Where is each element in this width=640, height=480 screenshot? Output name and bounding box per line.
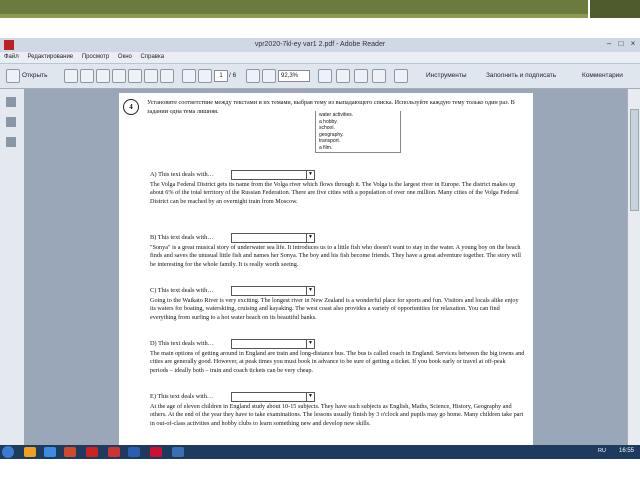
slide-green-stripe: [0, 14, 588, 18]
tools-button[interactable]: Инструменты: [426, 72, 467, 79]
yandex-icon[interactable]: [64, 447, 76, 457]
adobe-reader-taskbar-icon[interactable]: [150, 447, 162, 457]
zoom-out-icon[interactable]: [246, 69, 260, 83]
minimize-icon[interactable]: –: [604, 39, 614, 49]
start-button[interactable]: [2, 446, 14, 458]
task-number: 4: [123, 99, 139, 115]
edit-icon[interactable]: [96, 69, 110, 83]
page-number-input[interactable]: 1: [214, 70, 228, 82]
slide-green-band: [0, 0, 588, 14]
browser-icon[interactable]: [44, 447, 56, 457]
chevron-down-icon[interactable]: ▼: [306, 171, 314, 179]
menu-view[interactable]: Просмотр: [82, 54, 109, 60]
page-thumbnails-icon[interactable]: [6, 97, 16, 107]
select-tool-icon[interactable]: [318, 69, 332, 83]
pdf-page: 4 Установите соответствие между текстами…: [119, 93, 533, 451]
maximize-icon[interactable]: □: [616, 39, 626, 49]
highlight-icon[interactable]: [372, 69, 386, 83]
page-up-icon[interactable]: [182, 69, 196, 83]
open-button[interactable]: Открыть: [22, 72, 48, 79]
slide-corner-block: [590, 0, 640, 18]
text-a: The Volga Federal District gets its name…: [150, 181, 519, 205]
open-folder-icon[interactable]: [6, 69, 20, 83]
folder-icon[interactable]: [172, 447, 184, 457]
explorer-icon[interactable]: [24, 447, 36, 457]
menu-window[interactable]: Окно: [118, 54, 132, 60]
app-icon[interactable]: [86, 447, 98, 457]
menu-file[interactable]: Файл: [4, 54, 19, 60]
bookmarks-icon[interactable]: [6, 117, 16, 127]
print-icon[interactable]: [144, 69, 158, 83]
email-icon[interactable]: [128, 69, 142, 83]
pdf-app-icon[interactable]: [108, 447, 120, 457]
word-icon[interactable]: [128, 447, 140, 457]
slide-footer: [0, 459, 640, 480]
taskbar: RU 16:55: [0, 445, 640, 459]
chevron-down-icon[interactable]: ▼: [306, 287, 314, 295]
chevron-down-icon[interactable]: ▼: [306, 340, 314, 348]
question-b: B) This text deals with…: [150, 234, 214, 241]
convert-icon[interactable]: [80, 69, 94, 83]
question-e: E) This text deals with…: [150, 393, 214, 400]
answer-dropdown-e[interactable]: ▼: [231, 392, 315, 402]
text-e: At the age of eleven children in England…: [150, 403, 524, 427]
menu-help[interactable]: Справка: [141, 54, 165, 60]
question-c: C) This text deals with…: [150, 287, 214, 294]
page-down-icon[interactable]: [198, 69, 212, 83]
attachments-icon[interactable]: [6, 137, 16, 147]
create-icon[interactable]: [64, 69, 78, 83]
topic-option[interactable]: a film.: [319, 145, 397, 152]
answer-dropdown-c[interactable]: ▼: [231, 286, 315, 296]
zoom-select[interactable]: 92,3%: [278, 70, 310, 82]
close-icon[interactable]: ×: [628, 39, 638, 49]
navigation-panel: [0, 89, 25, 451]
toolbar: Открыть 1 / 6 92,3% Инструменты Заполнит…: [0, 64, 640, 89]
clock: 16:55: [618, 448, 634, 454]
sign-icon[interactable]: [394, 69, 408, 83]
question-a: A) This text deals with…: [150, 171, 214, 178]
window-title: vpr2020-7kl-ey var1 2.pdf - Adobe Reader: [254, 41, 386, 48]
text-c: Going to the Waikato River is very excit…: [150, 297, 519, 321]
fit-page-icon[interactable]: [336, 69, 350, 83]
text-d: The main options of getting around in En…: [150, 350, 525, 374]
language-indicator[interactable]: RU: [598, 448, 606, 454]
menu-bar: Файл Редактирование Просмотр Окно Справк…: [0, 52, 640, 63]
answer-dropdown-b[interactable]: ▼: [231, 233, 315, 243]
comment-icon[interactable]: [354, 69, 368, 83]
menu-edit[interactable]: Редактирование: [27, 54, 73, 60]
question-d: D) This text deals with…: [150, 340, 214, 347]
answer-dropdown-a[interactable]: ▼: [231, 170, 315, 180]
chevron-down-icon[interactable]: ▼: [306, 393, 314, 401]
scroll-thumb[interactable]: [630, 109, 639, 211]
reader-window: vpr2020-7kl-ey var1 2.pdf - Adobe Reader…: [0, 38, 640, 458]
settings-icon[interactable]: [112, 69, 126, 83]
save-icon[interactable]: [160, 69, 174, 83]
page-total: / 6: [229, 72, 237, 79]
text-b: "Sonya" is a great musical story of unde…: [150, 244, 521, 268]
slide-header: [0, 0, 640, 38]
comments-button[interactable]: Комментарии: [582, 72, 623, 79]
zoom-in-icon[interactable]: [262, 69, 276, 83]
title-bar: vpr2020-7kl-ey var1 2.pdf - Adobe Reader…: [0, 38, 640, 52]
fill-sign-button[interactable]: Заполнить и подписать: [486, 72, 556, 79]
chevron-down-icon[interactable]: ▼: [306, 234, 314, 242]
vertical-scrollbar[interactable]: [627, 89, 640, 451]
topics-dropdown-list[interactable]: water activities. a hobby. school. geogr…: [315, 111, 401, 153]
answer-dropdown-d[interactable]: ▼: [231, 339, 315, 349]
